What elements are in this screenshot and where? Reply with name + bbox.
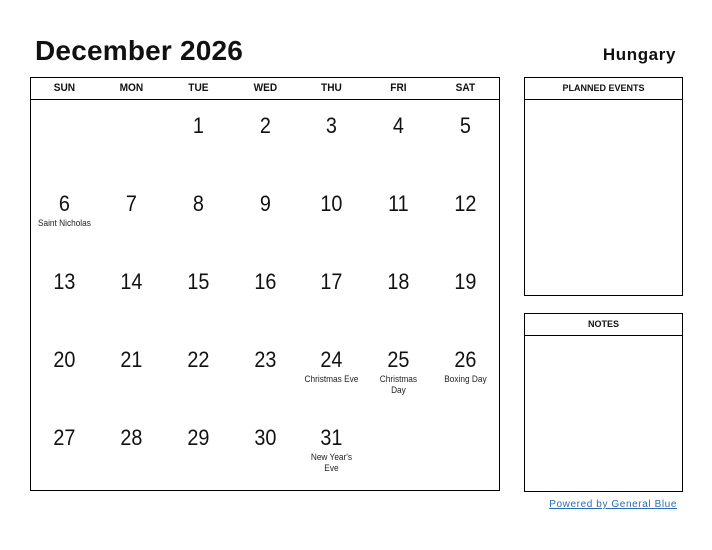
holiday-label: Boxing Day [444,374,487,384]
day-cell: 15 [165,256,232,334]
day-cell: 10 [298,178,365,256]
notes-panel: NOTES [524,313,683,492]
day-cell: 22 [165,334,232,412]
day-number: 9 [259,191,271,216]
day-cell: 26 Boxing Day [432,334,499,412]
planned-events-heading: PLANNED EVENTS [525,78,682,100]
day-cell: 8 [165,178,232,256]
day-number: 30 [253,425,277,450]
day-cell: 18 [365,256,432,334]
day-number: 12 [454,191,477,216]
day-cell: 31 New Year's Eve [298,412,365,490]
day-cell: 2 [232,100,299,178]
day-cell: 5 [432,100,499,178]
day-number: 10 [320,191,343,216]
day-cell: 20 [31,334,98,412]
day-number: 22 [187,347,210,372]
notes-heading: NOTES [525,314,682,336]
day-cell: 16 [232,256,299,334]
day-cell [98,100,165,178]
weekday-sat: SAT [455,82,476,94]
day-number: 20 [53,347,76,372]
day-cell: 21 [98,334,165,412]
day-number: 28 [120,425,143,450]
day-cell: 23 [232,334,299,412]
day-number: 14 [120,269,143,294]
day-number: 16 [253,269,277,294]
day-number: 8 [192,191,204,216]
day-number: 27 [53,425,76,450]
day-cell: 1 [165,100,232,178]
day-number: 3 [326,113,338,138]
day-cell: 17 [298,256,365,334]
day-cell: 13 [31,256,98,334]
day-cells: 1 2 3 4 5 6 Saint Nicholas 7 8 9 10 11 12 13 14 15 16 17 1… [31,100,499,490]
day-cell: 27 [31,412,98,490]
day-number: 15 [187,269,210,294]
day-number: 23 [253,347,277,372]
day-cell: 25 Christmas Day [365,334,432,412]
day-cell: 12 [432,178,499,256]
day-number: 5 [460,113,472,138]
day-cell [365,412,432,490]
day-number: 6 [58,191,70,216]
day-number: 18 [387,269,410,294]
weekday-tue: TUE [188,82,209,94]
day-number: 11 [388,191,409,216]
day-cell: 3 [298,100,365,178]
weekday-sun: SUN [53,82,76,94]
day-number: 1 [192,113,204,138]
day-cell [432,412,499,490]
day-number: 29 [187,425,210,450]
holiday-label: Christmas Day [380,374,418,395]
day-number: 21 [120,347,143,372]
planned-events-panel: PLANNED EVENTS [524,77,683,296]
holiday-label: Christmas Eve [304,374,359,384]
weekday-thu: THU [321,82,343,94]
day-number: 25 [387,347,410,372]
day-number: 31 [320,425,343,450]
day-number: 13 [53,269,76,294]
day-number: 2 [259,113,271,138]
day-number: 4 [393,113,405,138]
calendar-grid: SUN MON TUE WED THU FRI SAT 1 2 3 4 5 6 Saint … [30,77,500,491]
day-number: 19 [454,269,477,294]
weekday-header-row: SUN MON TUE WED THU FRI SAT [31,78,499,100]
day-cell: 24 Christmas Eve [298,334,365,412]
day-cell: 30 [232,412,299,490]
weekday-fri: FRI [390,82,407,94]
day-cell: 29 [165,412,232,490]
weekday-mon: MON [119,82,144,94]
country-label: Hungary [602,45,676,64]
day-cell: 4 [365,100,432,178]
day-cell: 11 [365,178,432,256]
page-title: December 2026 [35,35,244,66]
day-number: 17 [320,269,343,294]
day-number: 7 [125,191,137,216]
weekday-wed: WED [253,82,277,94]
day-cell: 19 [432,256,499,334]
day-cell: 9 [232,178,299,256]
day-cell: 28 [98,412,165,490]
day-number: 24 [320,347,343,372]
day-number: 26 [454,347,477,372]
day-cell: 14 [98,256,165,334]
powered-by-link[interactable]: Powered by General Blue [549,499,677,510]
day-cell [31,100,98,178]
day-cell: 6 Saint Nicholas [31,178,98,256]
day-cell: 7 [98,178,165,256]
holiday-label: New Year's Eve [311,452,353,473]
holiday-label: Saint Nicholas [37,218,91,228]
